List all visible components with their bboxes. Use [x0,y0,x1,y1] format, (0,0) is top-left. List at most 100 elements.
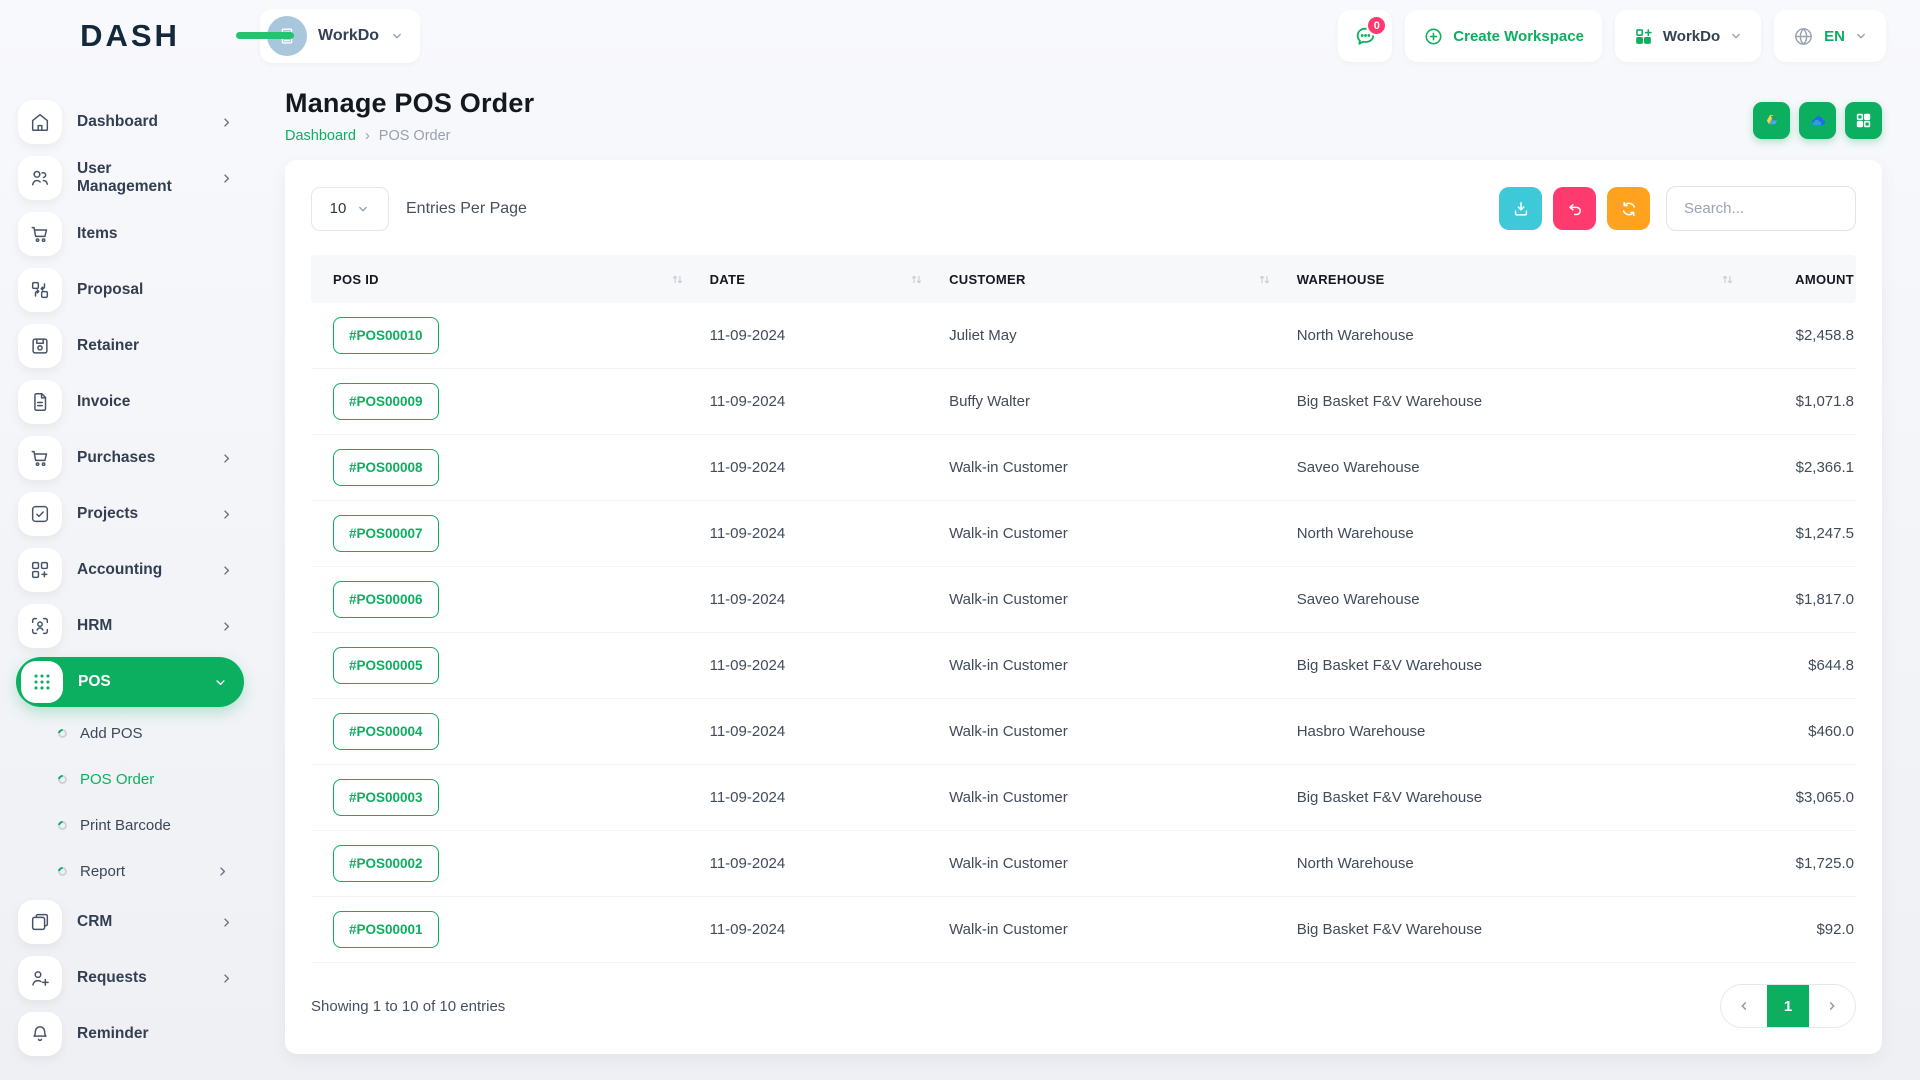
sidebar-subitem-report[interactable]: Report [16,848,244,894]
sidebar-item-invoice[interactable]: Invoice [16,374,244,430]
chevron-right-icon [219,171,234,186]
sidebar-subitem-pos-order[interactable]: POS Order [16,756,244,802]
sidebar-subitem-label: Add POS [80,725,143,742]
sidebar-item-label: Dashboard [77,113,158,131]
topbar: DASH WorkDo 0 Create Workspace WorkDo EN [0,0,1920,72]
cell-amount: $460.0 [1760,723,1856,740]
sidebar-item-purchases[interactable]: Purchases [16,430,244,486]
sidebar-item-user-management[interactable]: User Management [16,150,244,206]
workdo-menu-button[interactable]: WorkDo [1615,10,1761,62]
onedrive-button[interactable] [1799,102,1836,139]
column-header-amount[interactable]: AMOUNT [1760,272,1856,287]
download-icon [1511,199,1531,219]
pos-id-link[interactable]: #POS00001 [333,911,439,948]
pos-id-link[interactable]: #POS00004 [333,713,439,750]
sidebar-item-pos[interactable]: POS [16,657,244,707]
page-number-current[interactable]: 1 [1767,985,1809,1027]
sidebar-item-label: POS [78,673,111,691]
pos-id-link[interactable]: #POS00005 [333,647,439,684]
sidebar-subitem-print-barcode[interactable]: Print Barcode [16,802,244,848]
cell-date: 11-09-2024 [710,393,949,410]
requests-icon [18,956,62,1000]
chevron-right-icon [1825,999,1839,1013]
table-row: #POS00009 11-09-2024 Buffy Walter Big Ba… [311,369,1856,435]
undo-button[interactable] [1553,187,1596,230]
google-drive-button[interactable] [1753,102,1790,139]
cell-warehouse: North Warehouse [1297,525,1761,542]
cell-customer: Walk-in Customer [949,591,1297,608]
cell-date: 11-09-2024 [710,855,949,872]
sidebar-item-items[interactable]: Items [16,206,244,262]
column-header-date[interactable]: DATE [710,272,949,287]
plus-circle-icon [1423,26,1444,47]
sidebar-subitem-label: POS Order [80,771,154,788]
search-input[interactable] [1666,186,1856,231]
chevron-down-icon [1729,29,1743,43]
cell-date: 11-09-2024 [710,591,949,608]
cell-date: 11-09-2024 [710,789,949,806]
sidebar-item-hrm[interactable]: HRM [16,598,244,654]
next-page-button[interactable] [1809,985,1855,1027]
pos-id-link[interactable]: #POS00009 [333,383,439,420]
cell-date: 11-09-2024 [710,657,949,674]
messages-badge: 0 [1366,15,1387,36]
pos-id-link[interactable]: #POS00006 [333,581,439,618]
sidebar-item-dashboard[interactable]: Dashboard [16,94,244,150]
bullet-ring-icon [56,819,69,832]
cell-warehouse: Saveo Warehouse [1297,459,1761,476]
pos-id-link[interactable]: #POS00002 [333,845,439,882]
sidebar-item-label: Proposal [77,281,143,299]
sidebar-item-retainer[interactable]: Retainer [16,318,244,374]
chevron-right-icon [215,864,230,879]
chevron-right-icon [219,507,234,522]
sidebar-item-crm[interactable]: CRM [16,894,244,950]
pos-id-link[interactable]: #POS00008 [333,449,439,486]
sort-icon[interactable] [1721,273,1734,286]
column-header-pos-id[interactable]: POS ID [311,272,710,287]
sort-icon[interactable] [1258,273,1271,286]
entries-per-page-select[interactable]: 10 [311,187,389,231]
cell-customer: Juliet May [949,327,1297,344]
column-header-warehouse[interactable]: WAREHOUSE [1297,272,1761,287]
sidebar-item-requests[interactable]: Requests [16,950,244,1006]
table-row: #POS00005 11-09-2024 Walk-in Customer Bi… [311,633,1856,699]
sidebar-subitem-label: Print Barcode [80,817,171,834]
messages-button[interactable]: 0 [1338,10,1392,62]
column-header-customer[interactable]: CUSTOMER [949,272,1297,287]
cell-customer: Walk-in Customer [949,789,1297,806]
sidebar-subitem-add-pos[interactable]: Add POS [16,710,244,756]
sidebar-item-projects[interactable]: Projects [16,486,244,542]
cell-amount: $1,725.0 [1760,855,1856,872]
grid-view-button[interactable] [1845,102,1882,139]
sort-icon[interactable] [910,273,923,286]
table-row: #POS00001 11-09-2024 Walk-in Customer Bi… [311,897,1856,963]
globe-icon [1792,25,1815,48]
table-header: POS ID DATE CUSTOMER WAREHOUSE AMOUNT [311,255,1856,303]
sidebar-item-proposal[interactable]: Proposal [16,262,244,318]
sidebar-item-accounting[interactable]: Accounting [16,542,244,598]
pos-id-link[interactable]: #POS00007 [333,515,439,552]
sidebar-item-reminder[interactable]: Reminder [16,1006,244,1062]
cell-date: 11-09-2024 [710,459,949,476]
grid-icon [1854,111,1873,130]
logo-text: DASH [80,18,180,54]
sidebar-item-label: Retainer [77,337,139,355]
pos-id-link[interactable]: #POS00003 [333,779,439,816]
cell-amount: $3,065.0 [1760,789,1856,806]
workspace-name: WorkDo [318,27,379,45]
export-button[interactable] [1499,187,1542,230]
create-workspace-button[interactable]: Create Workspace [1405,10,1602,62]
table-row: #POS00006 11-09-2024 Walk-in Customer Sa… [311,567,1856,633]
chevron-right-icon [219,451,234,466]
table-controls: 10 Entries Per Page [311,186,1856,231]
page-title: Manage POS Order [285,88,534,119]
pos-id-link[interactable]: #POS00010 [333,317,439,354]
cell-date: 11-09-2024 [710,525,949,542]
dash-logo: DASH [0,18,260,54]
previous-page-button[interactable] [1721,985,1767,1027]
language-selector[interactable]: EN [1774,10,1886,62]
breadcrumb-dashboard-link[interactable]: Dashboard [285,128,356,144]
refresh-button[interactable] [1607,187,1650,230]
sort-icon[interactable] [671,273,684,286]
cell-customer: Walk-in Customer [949,525,1297,542]
